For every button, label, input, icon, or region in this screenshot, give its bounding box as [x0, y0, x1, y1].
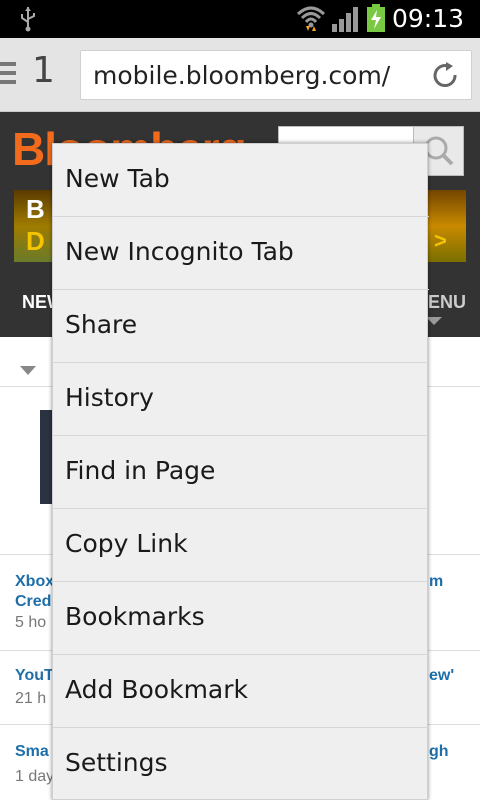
nav-item-menu[interactable]: ENU — [428, 292, 466, 313]
menu-item-settings[interactable]: Settings — [53, 728, 429, 800]
menu-item-share[interactable]: Share — [53, 290, 429, 363]
reload-icon[interactable] — [431, 61, 461, 91]
menu-item-new-tab[interactable]: New Tab — [53, 144, 429, 217]
menu-item-label: New Incognito Tab — [65, 237, 294, 266]
menu-item-new-incognito-tab[interactable]: New Incognito Tab — [53, 217, 429, 290]
story-title: YouT — [15, 667, 54, 684]
story-time: 5 ho — [15, 614, 47, 631]
signal-icon — [332, 7, 358, 32]
story-title-right: gh — [429, 743, 449, 760]
battery-charging-icon — [367, 4, 385, 32]
menu-item-copy-link[interactable]: Copy Link — [53, 509, 429, 582]
status-bar: 09:13 — [0, 0, 480, 38]
clock: 09:13 — [392, 4, 465, 33]
browser-toolbar: 1 — [0, 38, 480, 112]
story-title-right: ew' — [429, 667, 455, 684]
menu-item-bookmarks[interactable]: Bookmarks — [53, 582, 429, 655]
menu-lines-icon — [0, 62, 16, 86]
story-title-right: m — [429, 573, 444, 590]
tab-count: 1 — [32, 50, 55, 91]
menu-item-label: Share — [65, 310, 138, 339]
menu-item-label: New Tab — [65, 164, 170, 193]
menu-item-label: Add Bookmark — [65, 675, 248, 704]
story-title: Xbox Cred — [15, 573, 55, 610]
usb-icon — [21, 7, 35, 32]
menu-item-label: History — [65, 383, 154, 412]
promo-banner-right[interactable]: > — [426, 190, 466, 262]
promo-left-text: B — [26, 194, 45, 224]
story-time: 21 h — [15, 690, 47, 707]
story-title: Sma — [15, 743, 49, 760]
wifi-icon — [296, 6, 326, 31]
browser-overflow-menu: New Tab New Incognito Tab Share History … — [52, 143, 429, 800]
menu-item-find-in-page[interactable]: Find in Page — [53, 436, 429, 509]
menu-item-history[interactable]: History — [53, 363, 429, 436]
menu-item-label: Copy Link — [65, 529, 188, 558]
section-chevron-down-icon[interactable] — [20, 366, 36, 375]
menu-item-add-bookmark[interactable]: Add Bookmark — [53, 655, 429, 728]
menu-item-label: Find in Page — [65, 456, 216, 485]
promo-right-text: > — [434, 228, 447, 253]
story-thumbnail[interactable] — [40, 410, 52, 504]
tab-switcher-button[interactable]: 1 — [0, 48, 64, 102]
story-time: 1 day — [15, 768, 55, 785]
promo-banner-left[interactable]: B D — [14, 190, 54, 262]
promo-left-sub: D — [26, 226, 45, 256]
url-bar[interactable] — [80, 50, 472, 100]
menu-item-label: Bookmarks — [65, 602, 205, 631]
url-input[interactable] — [93, 57, 423, 93]
menu-item-label: Settings — [65, 748, 168, 777]
